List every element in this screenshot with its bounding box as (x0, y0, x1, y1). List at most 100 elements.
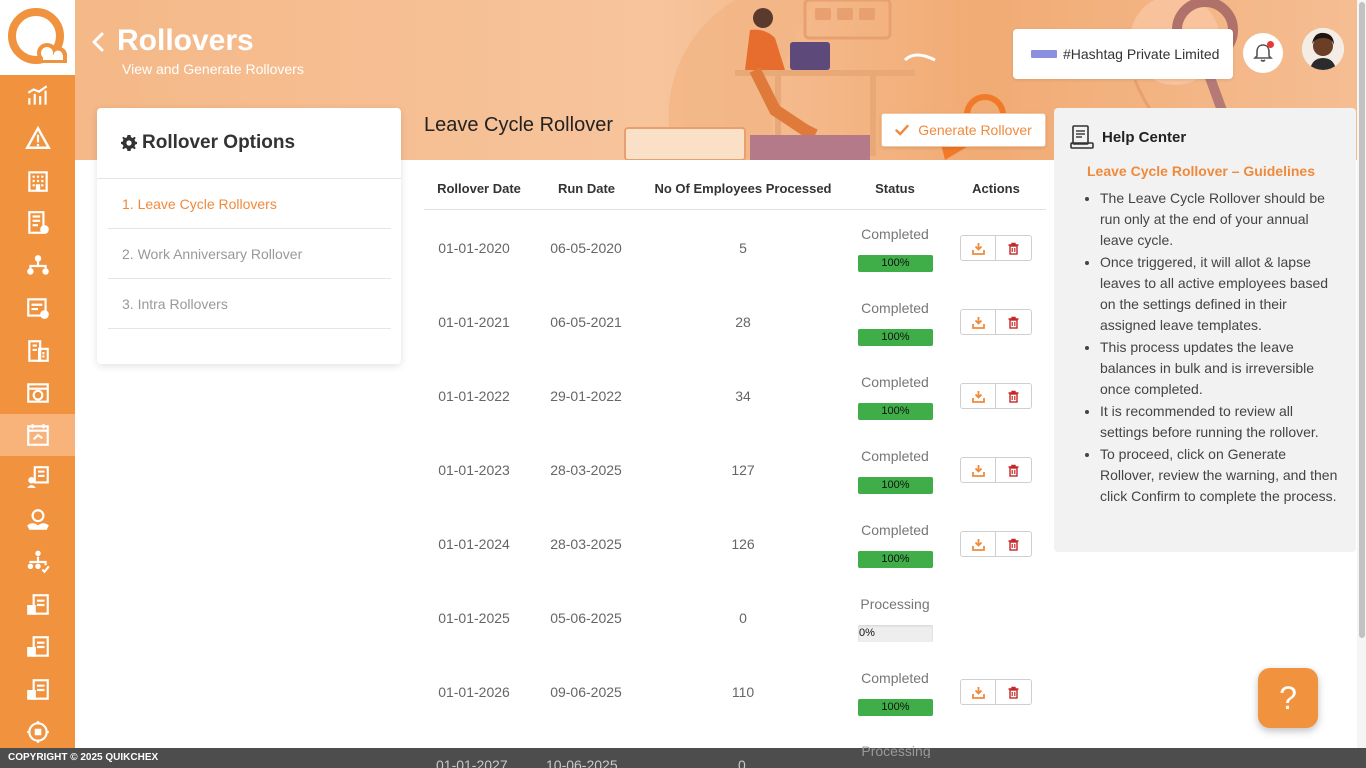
help-guidelines-list: The Leave Cycle Rollover should be run o… (1100, 188, 1344, 508)
trash-icon (1008, 464, 1019, 477)
status-text: Completed (861, 522, 929, 538)
sidebar-item-report-1[interactable] (0, 584, 75, 626)
download-button[interactable] (960, 383, 996, 409)
cell-employees-processed: 5 (739, 240, 747, 256)
table-header: Rollover Date Run Date No Of Employees P… (424, 170, 1046, 210)
download-icon (971, 538, 985, 551)
sidebar-item-org-chart[interactable] (0, 245, 75, 287)
sidebar-item-help-gear[interactable] (0, 711, 75, 753)
sidebar-item-warning[interactable] (0, 117, 75, 159)
help-fab-button[interactable]: ? (1258, 668, 1318, 728)
partial-row-employees: 0 (738, 757, 746, 768)
sidebar (0, 0, 75, 748)
guideline-item: This process updates the leave balances … (1100, 337, 1344, 400)
column-header-actions: Actions (972, 181, 1020, 196)
table-row: 01-01-2026 09-06-2025 110 Completed 100% (424, 655, 1046, 729)
download-icon (971, 464, 985, 477)
download-button[interactable] (960, 679, 996, 705)
trash-icon (1008, 686, 1019, 699)
trash-icon (1008, 390, 1019, 403)
cell-run-date: 28-03-2025 (550, 536, 622, 552)
column-header-run-date: Run Date (557, 181, 616, 196)
sidebar-item-report-2[interactable] (0, 626, 75, 668)
rollover-option-1[interactable]: 1. Leave Cycle Rollovers (108, 179, 391, 229)
table-row: 01-01-2025 05-06-2025 0 Processing 0% (424, 581, 1046, 655)
footer: COPYRIGHT © 2025 QUIKCHEX 01-01-2027 10-… (0, 748, 1366, 768)
trash-icon (1008, 242, 1019, 255)
sidebar-item-leave-calendar[interactable] (0, 414, 75, 456)
sidebar-item-attendance[interactable] (0, 287, 75, 329)
scrollbar-thumb[interactable] (1359, 2, 1365, 638)
cell-rollover-date: 01-01-2020 (438, 240, 510, 256)
leave-calendar-icon (26, 424, 49, 446)
column-header-employees: No Of Employees Processed (654, 181, 832, 196)
table-row: 01-01-2020 06-05-2020 5 Completed 100% (424, 211, 1046, 285)
company-logo (1031, 50, 1057, 58)
building-icon (27, 171, 48, 192)
status-text: Completed (861, 374, 929, 390)
progress-label: 0% (859, 627, 875, 639)
company-name: #Hashtag Private Limited (1063, 46, 1220, 62)
avatar-image (1302, 28, 1344, 70)
status-text: Processing (860, 596, 930, 612)
status-text: Completed (861, 226, 929, 242)
cell-run-date: 29-01-2022 (550, 388, 622, 404)
download-icon (971, 316, 985, 329)
help-gear-icon (26, 721, 49, 743)
trash-icon (1008, 538, 1019, 551)
download-button[interactable] (960, 531, 996, 557)
cell-employees-processed: 28 (735, 314, 751, 330)
sidebar-item-building[interactable] (0, 160, 75, 202)
back-arrow-icon[interactable] (88, 30, 108, 54)
user-avatar[interactable] (1302, 28, 1344, 70)
page-scrollbar[interactable] (1357, 0, 1366, 748)
delete-button[interactable] (996, 235, 1032, 261)
sidebar-item-benefits-hand[interactable] (0, 499, 75, 541)
table-row: 01-01-2024 28-03-2025 126 Completed 100% (424, 507, 1046, 581)
team-check-icon (27, 550, 50, 574)
sidebar-item-tax-document[interactable] (0, 202, 75, 244)
sidebar-item-payroll[interactable] (0, 330, 75, 372)
cell-rollover-date: 01-01-2025 (438, 610, 510, 626)
progress-label: 100% (881, 331, 910, 343)
generate-rollover-button[interactable]: Generate Rollover (881, 113, 1046, 147)
cell-run-date: 09-06-2025 (550, 684, 622, 700)
delete-button[interactable] (996, 309, 1032, 335)
logo-icon (7, 7, 67, 64)
table-row: 01-01-2023 28-03-2025 127 Completed 100% (424, 433, 1046, 507)
delete-button[interactable] (996, 457, 1032, 483)
rollover-option-3[interactable]: 3. Intra Rollovers (108, 279, 391, 329)
payroll-icon (27, 340, 49, 362)
page-title: Rollovers (117, 24, 254, 57)
sidebar-item-team-check[interactable] (0, 541, 75, 583)
partial-row-status: Processing (861, 743, 931, 758)
warning-icon (24, 125, 51, 149)
cell-rollover-date: 01-01-2022 (438, 388, 510, 404)
delete-button[interactable] (996, 531, 1032, 557)
status-progress-bar: 100% (858, 699, 933, 716)
download-button[interactable] (960, 457, 996, 483)
rollover-option-label: 1. Leave Cycle Rollovers (122, 195, 277, 212)
partial-row-run-date: 10-06-2025 (546, 757, 618, 768)
download-button[interactable] (960, 309, 996, 335)
analytics-icon (27, 85, 47, 105)
rollover-option-2[interactable]: 2. Work Anniversary Rollover (108, 229, 391, 279)
check-icon (895, 124, 909, 136)
guideline-item: It is recommended to review all settings… (1100, 401, 1344, 443)
sidebar-item-analytics[interactable] (0, 75, 75, 117)
download-icon (971, 242, 985, 255)
status-progress-bar: 100% (858, 329, 933, 346)
download-button[interactable] (960, 235, 996, 261)
status-progress-bar: 0% (858, 625, 933, 642)
sidebar-item-report-3[interactable] (0, 669, 75, 711)
delete-button[interactable] (996, 383, 1032, 409)
notifications-button[interactable] (1243, 33, 1283, 73)
company-selector[interactable]: #Hashtag Private Limited (1013, 29, 1233, 79)
sidebar-item-checklist-user[interactable] (0, 456, 75, 498)
sidebar-item-calendar-clock[interactable] (0, 372, 75, 414)
section-title: Leave Cycle Rollover (424, 114, 613, 136)
delete-button[interactable] (996, 679, 1032, 705)
rollover-table: Rollover Date Run Date No Of Employees P… (424, 170, 1046, 716)
quikchex-logo[interactable] (0, 0, 75, 75)
benefits-hand-icon (26, 509, 49, 530)
